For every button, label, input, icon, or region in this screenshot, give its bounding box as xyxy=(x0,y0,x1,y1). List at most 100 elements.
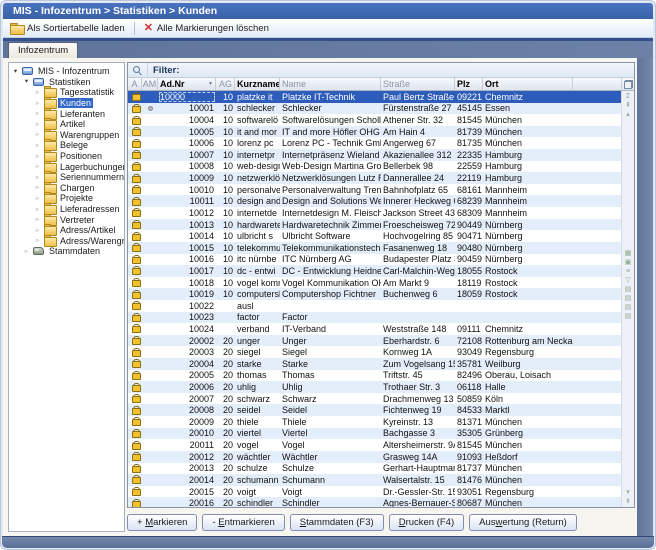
footer-button-auswertung-return[interactable]: Auswertung (Return) xyxy=(469,514,577,531)
table-row[interactable]: 2001020viertelViertelBachgasse 335305Grü… xyxy=(128,428,621,440)
expand-arrow-icon[interactable]: ▹ xyxy=(34,121,41,128)
table-row[interactable]: 2000420starkeStarkeZum Vogelsang 1535781… xyxy=(128,358,621,370)
expand-arrow-icon[interactable]: ▹ xyxy=(34,237,41,244)
tree-item-statistiken[interactable]: ▾Statistiken xyxy=(9,77,124,88)
footer-button-markieren[interactable]: + Markieren xyxy=(127,514,197,531)
tree-item-lieferadressen[interactable]: ▹Lieferadressen xyxy=(9,204,124,215)
table-row[interactable]: 2001320schulzeSchulzeGerhart-Hauptmann-R… xyxy=(128,463,621,475)
clear-markings-button[interactable]: ✕ Alle Markierungen löschen xyxy=(137,20,276,37)
expand-arrow-icon[interactable]: ▹ xyxy=(34,206,41,213)
table-row[interactable]: 1000910netzwerklöNetzwerklösungen Lutz R… xyxy=(128,172,621,184)
table-row[interactable]: 2001420schumannSchumannWalsertalstr. 158… xyxy=(128,474,621,486)
table-row[interactable]: 1000110schleckerSchleckerFürstenstraße 2… xyxy=(128,103,621,115)
table-row[interactable]: 1001910computershComputershop FichtnerBu… xyxy=(128,288,621,300)
expand-arrow-icon[interactable]: ▹ xyxy=(34,227,41,234)
sum-icon[interactable]: Σ xyxy=(626,92,630,101)
table-row[interactable]: 2000520thomasThomasTriftstr. 4582496Ober… xyxy=(128,370,621,382)
column-header-ort[interactable]: Ort xyxy=(483,78,573,90)
table-row[interactable]: 2001620schindlerSchindlerAgnes-Bernauer-… xyxy=(128,497,621,507)
table-row[interactable]: 1001310hardwareteHardwaretechnik Zimmerm… xyxy=(128,219,621,231)
table-row[interactable]: 2000220ungerUngerEberhardstr. 672108Rott… xyxy=(128,335,621,347)
table-row[interactable]: 2000820seidelSeidelFichtenweg 1984533Mar… xyxy=(128,404,621,416)
footer-button-drucken-f4[interactable]: Drucken (F4) xyxy=(389,514,464,531)
table-row[interactable]: 1001610itc nürnbeITC Nürnberg AGBudapest… xyxy=(128,254,621,266)
table-row[interactable]: 1001810vogel kommVogel Kommunikation OHG… xyxy=(128,277,621,289)
table-row[interactable]: 1000810web-designWeb-Design Martina Groß… xyxy=(128,161,621,173)
table-row[interactable]: 1001510telekommunTelekommunikationstechn… xyxy=(128,242,621,254)
tree-item-tagesstatistik[interactable]: ▹Tagesstatistik xyxy=(9,87,124,98)
grid-icon[interactable]: ▦ xyxy=(625,249,632,258)
copy-pages-icon[interactable] xyxy=(621,78,634,90)
scroll-bottom-icon[interactable]: ⇟ xyxy=(625,497,631,506)
column-header-lock[interactable]: A xyxy=(128,78,142,90)
table-row[interactable]: 1000710internetprInternetpräsenz Wieland… xyxy=(128,149,621,161)
table-row[interactable]: 1001210internetdeInternetdesign M. Fleis… xyxy=(128,207,621,219)
column-header-strasse[interactable]: Straße xyxy=(381,78,455,90)
tree-item-lieferanten[interactable]: ▹Lieferanten xyxy=(9,108,124,119)
expand-arrow-icon[interactable]: ▹ xyxy=(34,100,41,107)
scroll-down-icon[interactable]: ▾ xyxy=(626,488,630,497)
column-header-name[interactable]: Name xyxy=(280,78,381,90)
expand-arrow-icon[interactable]: ▹ xyxy=(23,248,30,255)
table-row[interactable]: 1000010platzke itPlatzke IT-TechnikPaul … xyxy=(128,91,621,103)
table-row[interactable]: 10023factorFactor xyxy=(128,312,621,324)
expand-arrow-icon[interactable]: ▹ xyxy=(34,184,41,191)
expand-arrow-icon[interactable]: ▹ xyxy=(34,142,41,149)
table-row[interactable]: 2000320siegelSiegelKornweg 1A93049Regens… xyxy=(128,346,621,358)
table-row[interactable]: 1001110design andDesign and Solutions We… xyxy=(128,195,621,207)
table-row[interactable]: 10024verbandIT-VerbandWeststraße 1480911… xyxy=(128,323,621,335)
column-header-plz[interactable]: Plz xyxy=(455,78,483,90)
table-row[interactable]: 2000920thieleThieleKyreinstr. 1381371Mün… xyxy=(128,416,621,428)
expand-arrow-icon[interactable]: ▹ xyxy=(34,195,41,202)
expand-arrow-icon[interactable]: ▹ xyxy=(34,131,41,138)
tree-item-chargen[interactable]: ▹Chargen xyxy=(9,183,124,194)
tree-item-projekte[interactable]: ▹Projekte xyxy=(9,193,124,204)
table-row[interactable]: 2001520voigtVoigtDr.-Gessler-Str. 15B930… xyxy=(128,486,621,498)
footer-button-stammdaten-f3[interactable]: Stammdaten (F3) xyxy=(290,514,384,531)
table-row[interactable]: 1000410softwarelöSoftwarelösungen Scholl… xyxy=(128,114,621,126)
expand-arrow-icon[interactable]: ▹ xyxy=(34,174,41,181)
rows-icon[interactable]: ▤ xyxy=(625,312,632,321)
table-row[interactable]: 1000610lorenz pcLorenz PC - Technik GmbH… xyxy=(128,137,621,149)
tree-item-positionen[interactable]: ▹Positionen xyxy=(9,151,124,162)
table-row[interactable]: 1001010personalvePersonalverwaltung Tren… xyxy=(128,184,621,196)
tree-item-warengruppen[interactable]: ▹Warengruppen xyxy=(9,130,124,141)
layout-icon[interactable]: ▤ xyxy=(625,285,632,294)
filter-icon[interactable]: ▽ xyxy=(625,276,630,285)
table-row[interactable]: 10022ausl xyxy=(128,300,621,312)
tree-item-vertreter[interactable]: ▹Vertreter xyxy=(9,214,124,225)
sort-icon[interactable]: ≡ xyxy=(626,267,630,276)
table-row[interactable]: 1001710dc - entwiDC - Entwicklung Heidne… xyxy=(128,265,621,277)
rows-icon[interactable]: ▤ xyxy=(625,294,632,303)
load-sort-table-button[interactable]: Als Sortiertabelle laden xyxy=(3,20,132,37)
expand-arrow-icon[interactable]: ▹ xyxy=(34,153,41,160)
table-row[interactable]: 1001410ulbricht sUlbricht SoftwareHochvo… xyxy=(128,230,621,242)
tree-item-belege[interactable]: ▹Belege xyxy=(9,140,124,151)
expand-arrow-icon[interactable]: ▹ xyxy=(34,216,41,223)
collapse-arrow-icon[interactable]: ▾ xyxy=(23,78,30,85)
tree-item-artikel[interactable]: ▹Artikel xyxy=(9,119,124,130)
tab-infozentrum[interactable]: Infozentrum xyxy=(8,42,78,58)
filter-bar[interactable]: Filter: xyxy=(128,63,634,78)
search-icon[interactable]: ▣ xyxy=(625,258,632,267)
table-row[interactable]: 1000510it and morIT and more Höfler OHGA… xyxy=(128,126,621,138)
expand-arrow-icon[interactable]: ▹ xyxy=(34,163,41,170)
column-header-kurzname[interactable]: Kurzname xyxy=(235,78,280,90)
column-header-ag[interactable]: AG xyxy=(216,78,235,90)
tree-item-stammdaten[interactable]: ▹Stammdaten xyxy=(9,246,124,257)
scroll-top-icon[interactable]: ⇞ xyxy=(625,101,631,110)
table-row[interactable]: 2001120vogelVogelAltersheimerstr. 9A8154… xyxy=(128,439,621,451)
footer-button-entmarkieren[interactable]: - Entmarkieren xyxy=(202,514,284,531)
table-row[interactable]: 2000620uhligUhligTrothaer Str. 306118Hal… xyxy=(128,381,621,393)
tree-item-kunden[interactable]: ▹Kunden xyxy=(9,98,124,109)
tree-item-lagerbuchungen[interactable]: ▹Lagerbuchungen xyxy=(9,161,124,172)
rows-icon[interactable]: ▤ xyxy=(625,303,632,312)
collapse-arrow-icon[interactable]: ▾ xyxy=(12,68,19,75)
tree-item-mis-infozentrum[interactable]: ▾MIS - Infozentrum xyxy=(9,66,124,77)
scroll-up-icon[interactable]: ▴ xyxy=(626,110,630,119)
expand-arrow-icon[interactable]: ▹ xyxy=(34,89,41,96)
expand-arrow-icon[interactable]: ▹ xyxy=(34,110,41,117)
tree-item-adress-artikel[interactable]: ▹Adress/Artikel xyxy=(9,225,124,236)
table-row[interactable]: 2000720schwarzSchwarzDrachmenweg 1350859… xyxy=(128,393,621,405)
column-header-am[interactable]: AM xyxy=(142,78,158,90)
